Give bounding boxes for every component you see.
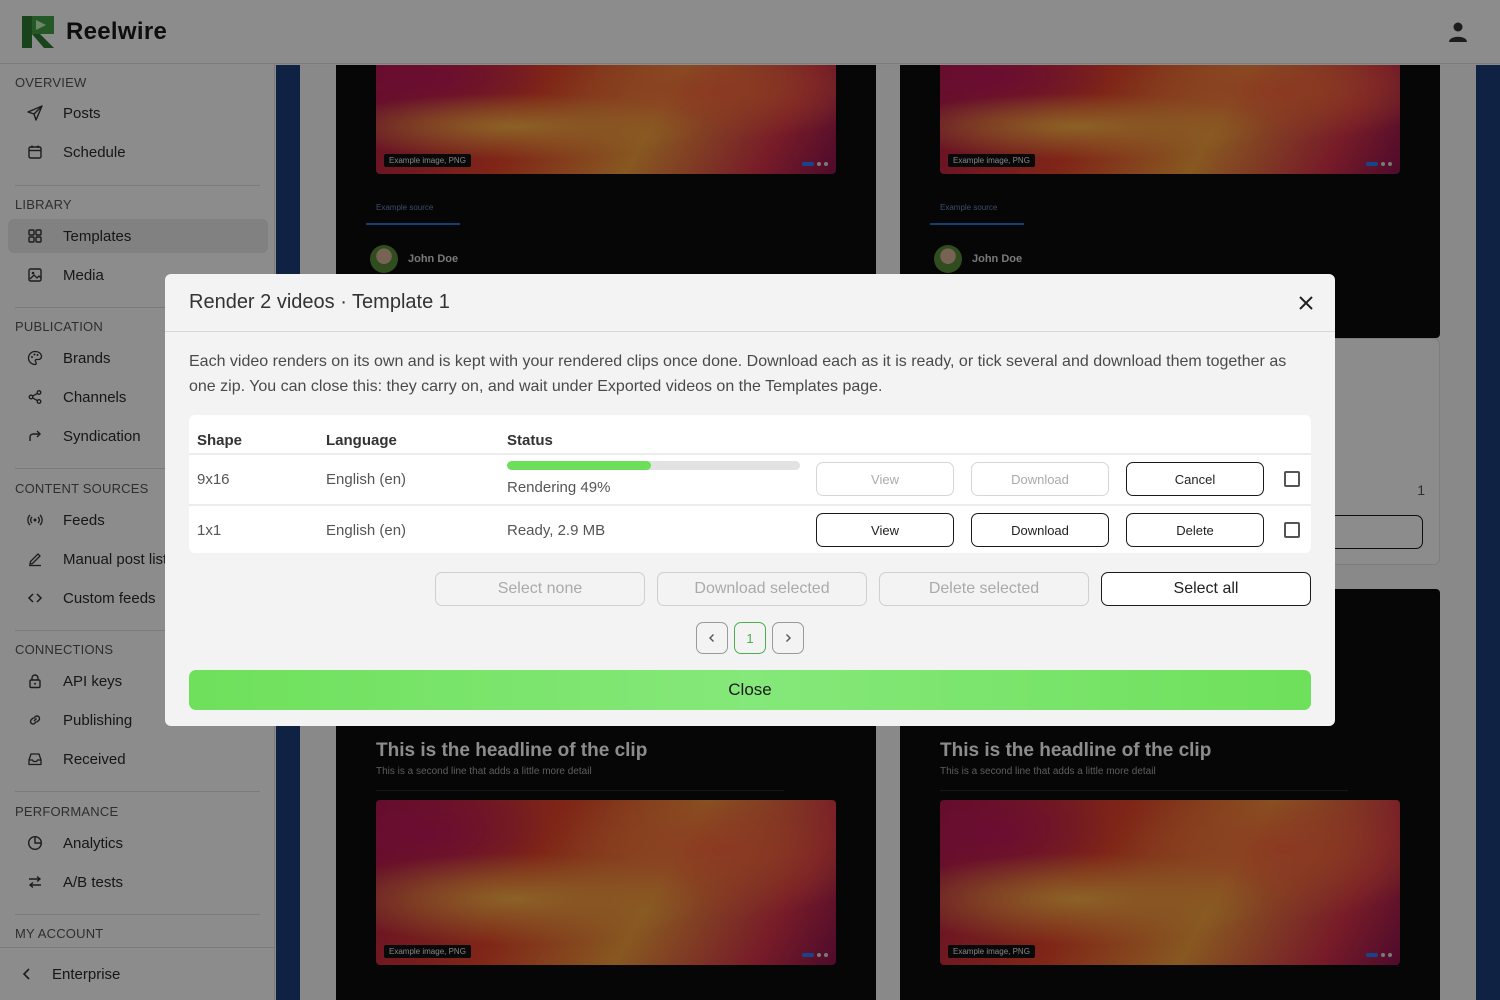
download-selected-button[interactable]: Download selected [657, 572, 867, 606]
column-header-shape: Shape [197, 432, 243, 449]
view-button[interactable]: View [816, 513, 954, 547]
status-cell: Ready, 2.9 MB [507, 522, 606, 539]
chevron-left-icon [707, 633, 717, 643]
chevron-right-icon [783, 633, 793, 643]
cancel-button[interactable]: Cancel [1126, 462, 1264, 496]
download-button[interactable]: Download [971, 462, 1109, 496]
render-jobs-table: Shape Language Status 9x16 English (en) … [189, 415, 1311, 553]
divider [189, 504, 1311, 506]
download-button[interactable]: Download [971, 513, 1109, 547]
close-icon[interactable] [1295, 292, 1317, 314]
page-number-button[interactable]: 1 [734, 622, 766, 654]
dialog-header: Render 2 videos · Template 1 [165, 274, 1335, 332]
select-none-button[interactable]: Select none [435, 572, 645, 606]
dialog-description: Each video renders on its own and is kep… [189, 353, 1287, 395]
divider [189, 453, 1311, 455]
status-cell: Rendering 49% [507, 479, 611, 496]
language-cell: English (en) [326, 471, 407, 488]
next-page-button[interactable] [772, 622, 804, 654]
language-cell: English (en) [326, 522, 407, 539]
column-header-status: Status [507, 432, 553, 449]
row-select-checkbox[interactable] [1284, 522, 1300, 538]
shape-cell: 1x1 [197, 522, 222, 539]
delete-button[interactable]: Delete [1126, 513, 1264, 547]
delete-selected-button[interactable]: Delete selected [879, 572, 1089, 606]
close-button[interactable]: Close [189, 670, 1311, 710]
render-progress-fill [507, 461, 651, 470]
render-progress-bar [507, 461, 800, 470]
shape-cell: 9x16 [197, 471, 230, 488]
row-select-checkbox[interactable] [1284, 471, 1300, 487]
render-videos-dialog: Render 2 videos · Template 1 Each video … [165, 274, 1335, 726]
view-button[interactable]: View [816, 462, 954, 496]
dialog-title: Render 2 videos · Template 1 [189, 291, 450, 313]
select-all-button[interactable]: Select all [1101, 572, 1311, 606]
prev-page-button[interactable] [696, 622, 728, 654]
column-header-language: Language [326, 432, 397, 449]
